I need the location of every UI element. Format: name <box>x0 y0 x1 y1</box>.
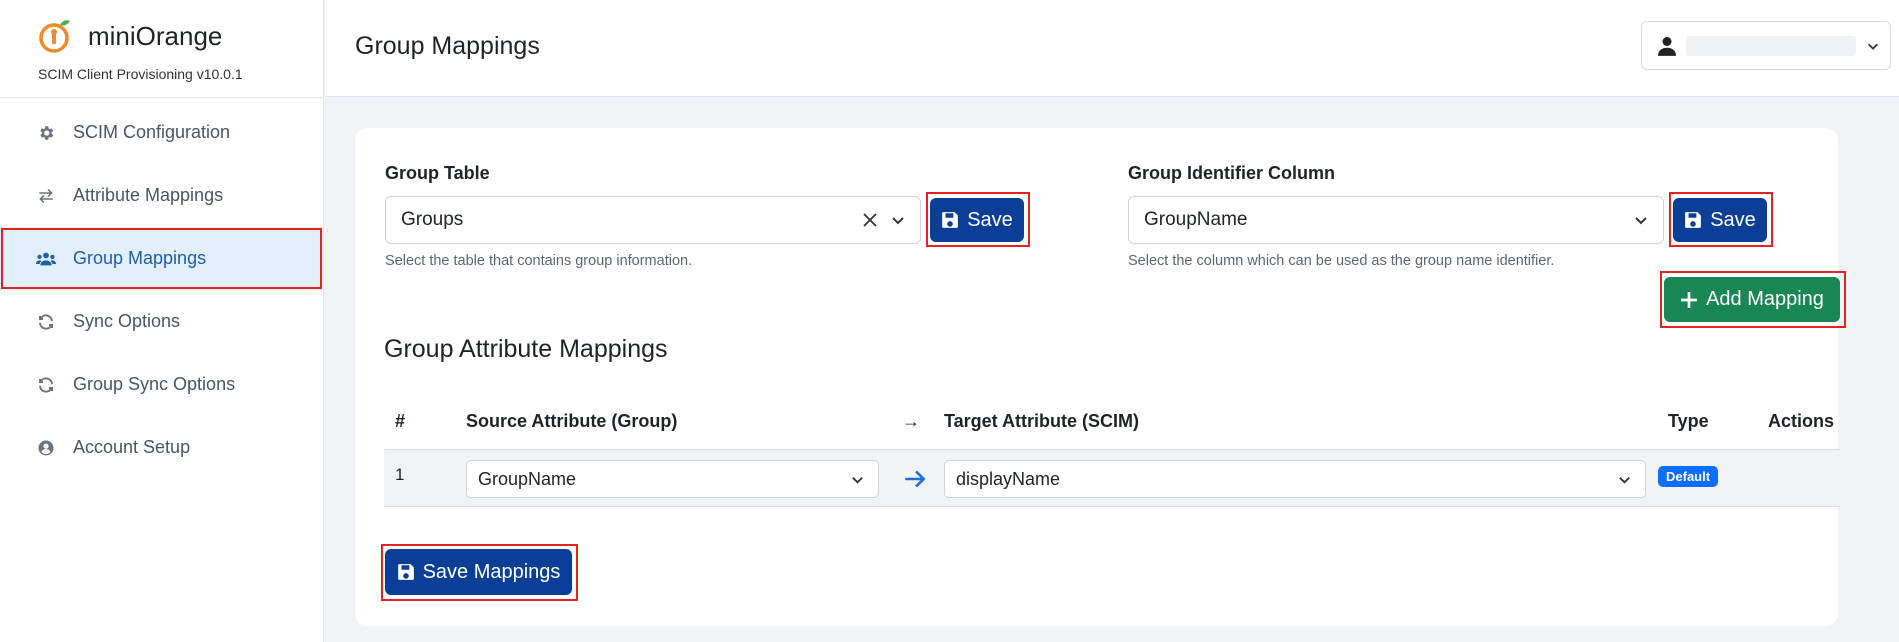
column-header: → <box>902 411 920 431</box>
brand-name: miniOrange <box>88 20 223 51</box>
floppy-disk-icon <box>1685 212 1702 228</box>
group-identifier-save-button[interactable]: Save <box>1673 198 1767 242</box>
group-identifier-value: GroupName <box>1144 209 1248 230</box>
column-header: # <box>395 411 406 431</box>
save-label: Save <box>967 208 1013 231</box>
chevron-down-icon <box>892 217 904 225</box>
add-mapping-label: Add Mapping <box>1706 288 1824 310</box>
sidebar-item-sync-options[interactable]: Sync Options <box>0 290 323 353</box>
sidebar-item-label: Account Setup <box>73 437 191 457</box>
user-name <box>1686 35 1856 56</box>
group-identifier-help: Select the column which can be used as t… <box>1128 253 1555 269</box>
target-attribute-value: displayName <box>956 468 1061 489</box>
users-icon <box>36 249 56 269</box>
column-header: Target Attribute (SCIM) <box>944 411 1139 431</box>
exchange-arrows-icon <box>36 186 56 206</box>
floppy-disk-icon <box>397 564 414 580</box>
chevron-down-icon <box>1635 217 1647 225</box>
column-header: Type <box>1668 411 1709 431</box>
sidebar-item-account-setup[interactable]: Account Setup <box>0 416 323 479</box>
sidebar-item-group-sync-options[interactable]: Group Sync Options <box>0 353 323 416</box>
brand: miniOrange SCIM Client Provisioning v10.… <box>0 0 323 98</box>
group-identifier-label: Group Identifier Column <box>1128 163 1335 183</box>
source-attribute-value: GroupName <box>478 468 577 489</box>
save-mappings-label: Save Mappings <box>422 560 561 583</box>
add-mapping-button[interactable]: Add Mapping <box>1664 277 1840 322</box>
sidebar: miniOrange SCIM Client Provisioning v10.… <box>0 0 324 642</box>
topbar: Group Mappings <box>325 0 1899 97</box>
column-header: Actions <box>1768 411 1835 431</box>
source-attribute-select[interactable]: GroupName <box>466 460 879 498</box>
page-title: Group Mappings <box>355 32 540 60</box>
row-index: 1 <box>395 465 405 484</box>
sidebar-item-label: Group Sync Options <box>73 374 236 394</box>
group-table-select[interactable]: Groups <box>385 196 921 244</box>
section-title: Group Attribute Mappings <box>384 335 668 363</box>
save-label: Save <box>1710 208 1756 231</box>
gear-icon <box>36 123 56 143</box>
chevron-down-icon <box>1619 476 1630 484</box>
group-mappings-card: Group Table Groups Select the table that… <box>355 128 1846 626</box>
sync-icon <box>36 312 56 332</box>
column-header: Source Attribute (Group) <box>466 411 678 431</box>
group-table-value: Groups <box>401 209 464 230</box>
sidebar-item-attribute-mappings[interactable]: Attribute Mappings <box>0 164 323 227</box>
chevron-down-icon <box>1868 43 1878 50</box>
sidebar-item-label: Group Mappings <box>73 248 207 268</box>
sidebar-item-label: Sync Options <box>73 311 181 331</box>
sidebar-item-scim-configuration[interactable]: SCIM Configuration <box>0 101 323 164</box>
group-table-label: Group Table <box>385 163 490 183</box>
target-attribute-select[interactable]: displayName <box>944 460 1646 498</box>
chevron-down-icon <box>852 476 863 484</box>
sidebar-item-label: SCIM Configuration <box>73 122 231 142</box>
user-menu-dropdown[interactable] <box>1641 21 1891 70</box>
arrow-right-icon <box>905 470 926 488</box>
save-mappings-button[interactable]: Save Mappings <box>385 549 572 595</box>
group-table-help: Select the table that contains group inf… <box>385 253 693 269</box>
sidebar-item-label: Attribute Mappings <box>73 185 224 205</box>
sync-icon <box>36 375 56 395</box>
floppy-disk-icon <box>942 212 959 228</box>
sidebar-item-group-mappings[interactable]: Group Mappings <box>0 227 323 290</box>
clear-icon[interactable] <box>862 212 878 228</box>
table-row: 1 GroupName displayName Default <box>384 449 1840 507</box>
miniorange-logo-icon <box>39 20 70 53</box>
group-identifier-select[interactable]: GroupName <box>1128 196 1664 244</box>
plus-icon <box>1681 291 1697 308</box>
brand-version: SCIM Client Provisioning v10.0.1 <box>38 66 243 82</box>
user-circle-icon <box>36 438 56 458</box>
type-badge: Default <box>1658 466 1719 487</box>
sidebar-nav: SCIM Configuration Attribute Mappings Gr… <box>0 98 323 479</box>
user-icon <box>1658 36 1676 56</box>
group-table-save-button[interactable]: Save <box>930 198 1024 242</box>
